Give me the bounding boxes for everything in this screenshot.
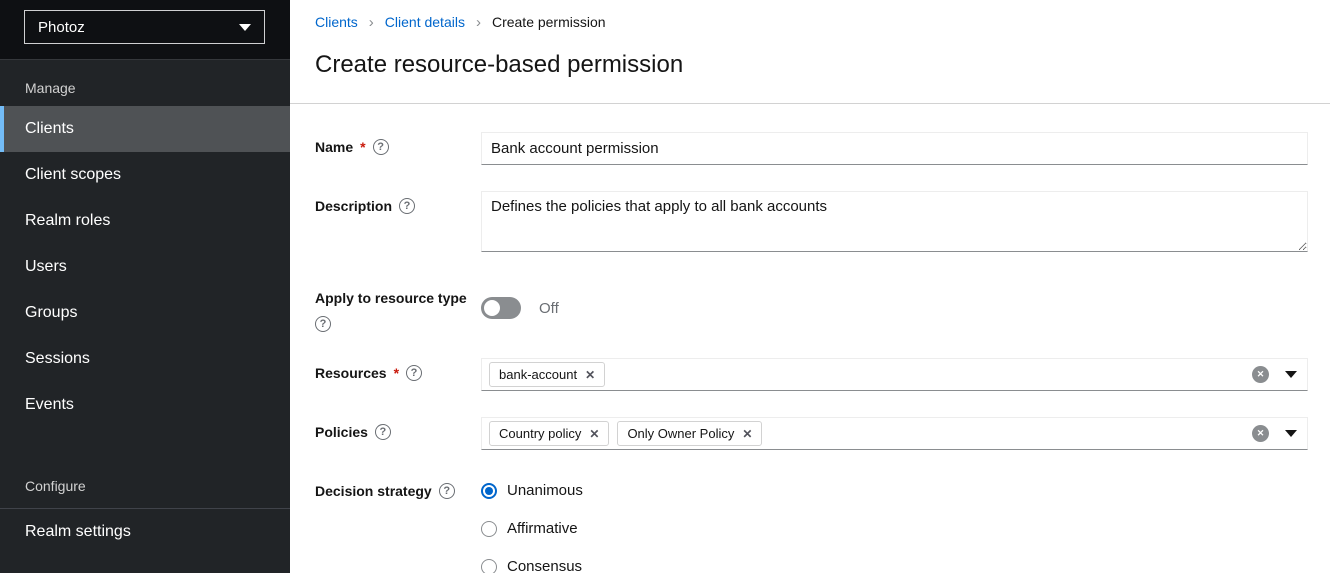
sidebar: Photoz Manage Clients Client scopes Real… [0,0,290,573]
create-permission-form: Name * ? Description ? Defines the polic… [290,104,1330,573]
sidebar-header: Photoz [0,0,290,60]
resources-multiselect[interactable]: bank-account ✕ ✕ [481,358,1308,391]
required-indicator: * [360,139,365,155]
sidebar-item-realm-settings[interactable]: Realm settings [0,509,290,555]
sidebar-item-sessions[interactable]: Sessions [0,336,290,382]
policy-chip: Only Owner Policy ✕ [617,421,762,446]
form-row-decision-strategy: Decision strategy ? Unanimous Affirmativ… [315,476,1308,573]
description-textarea[interactable]: Defines the policies that apply to all b… [481,191,1308,252]
apply-to-resource-type-label: Apply to resource type ? [315,283,481,332]
form-row-policies: Policies ? Country policy ✕ Only Owner P… [315,417,1308,450]
breadcrumb-current-page: Create permission [492,14,606,30]
chevron-down-icon [239,24,251,31]
sidebar-item-client-scopes[interactable]: Client scopes [0,152,290,198]
breadcrumb-separator-icon: › [369,15,374,30]
help-icon[interactable]: ? [375,424,391,440]
policies-label: Policies ? [315,417,481,450]
required-indicator: * [394,365,399,381]
chip-label: Country policy [499,426,581,441]
sidebar-item-groups[interactable]: Groups [0,290,290,336]
chip-remove-icon[interactable]: ✕ [742,428,752,440]
help-icon[interactable]: ? [315,316,331,332]
name-input[interactable] [481,132,1308,165]
caret-down-icon[interactable] [1285,371,1297,378]
chip-label: bank-account [499,367,577,382]
radio-option-affirmative[interactable]: Affirmative [481,520,1308,537]
resources-label: Resources * ? [315,358,481,391]
clear-all-icon[interactable]: ✕ [1252,425,1269,442]
breadcrumb-client-details-link[interactable]: Client details [385,14,465,30]
nav-group-title-manage: Manage [0,70,290,106]
name-label: Name * ? [315,132,481,165]
sidebar-item-events[interactable]: Events [0,382,290,428]
nav-group-configure: Configure Realm settings [0,468,290,555]
policies-multiselect[interactable]: Country policy ✕ Only Owner Policy ✕ ✕ [481,417,1308,450]
apply-to-resource-type-toggle[interactable] [481,297,521,319]
breadcrumb-clients-link[interactable]: Clients [315,14,358,30]
form-row-name: Name * ? [315,132,1308,165]
help-icon[interactable]: ? [373,139,389,155]
radio-option-consensus[interactable]: Consensus [481,558,1308,573]
form-row-apply-to-resource-type: Apply to resource type ? Off [315,283,1308,332]
help-icon[interactable]: ? [406,365,422,381]
sidebar-item-clients[interactable]: Clients [0,106,290,152]
breadcrumb-separator-icon: › [476,15,481,30]
chip-label: Only Owner Policy [627,426,734,441]
sidebar-item-realm-roles[interactable]: Realm roles [0,198,290,244]
radio-option-unanimous[interactable]: Unanimous [481,482,1308,499]
toggle-state-label: Off [539,300,559,317]
form-row-resources: Resources * ? bank-account ✕ ✕ [315,358,1308,391]
sidebar-item-users[interactable]: Users [0,244,290,290]
decision-strategy-label: Decision strategy ? [315,476,481,573]
breadcrumb: Clients › Client details › Create permis… [290,0,1330,30]
caret-down-icon[interactable] [1285,430,1297,437]
realm-selector-label: Photoz [38,19,85,36]
chip-remove-icon[interactable]: ✕ [585,369,595,381]
policy-chip: Country policy ✕ [489,421,609,446]
realm-selector-dropdown[interactable]: Photoz [24,10,265,44]
sidebar-nav: Manage Clients Client scopes Realm roles… [0,60,290,555]
help-icon[interactable]: ? [439,483,455,499]
page-title: Create resource-based permission [315,51,1305,79]
radio-unselected-icon[interactable] [481,559,497,573]
resource-chip: bank-account ✕ [489,362,605,387]
toggle-knob [484,300,500,316]
nav-group-manage: Manage Clients Client scopes Realm roles… [0,70,290,428]
description-label: Description ? [315,191,481,257]
radio-unselected-icon[interactable] [481,521,497,537]
form-row-description: Description ? Defines the policies that … [315,191,1308,257]
clear-all-icon[interactable]: ✕ [1252,366,1269,383]
chip-remove-icon[interactable]: ✕ [589,428,599,440]
nav-group-title-configure: Configure [0,468,290,504]
main-content: Clients › Client details › Create permis… [290,0,1330,573]
help-icon[interactable]: ? [399,198,415,214]
radio-selected-icon[interactable] [481,483,497,499]
decision-strategy-radio-group: Unanimous Affirmative Consensus [481,476,1308,573]
